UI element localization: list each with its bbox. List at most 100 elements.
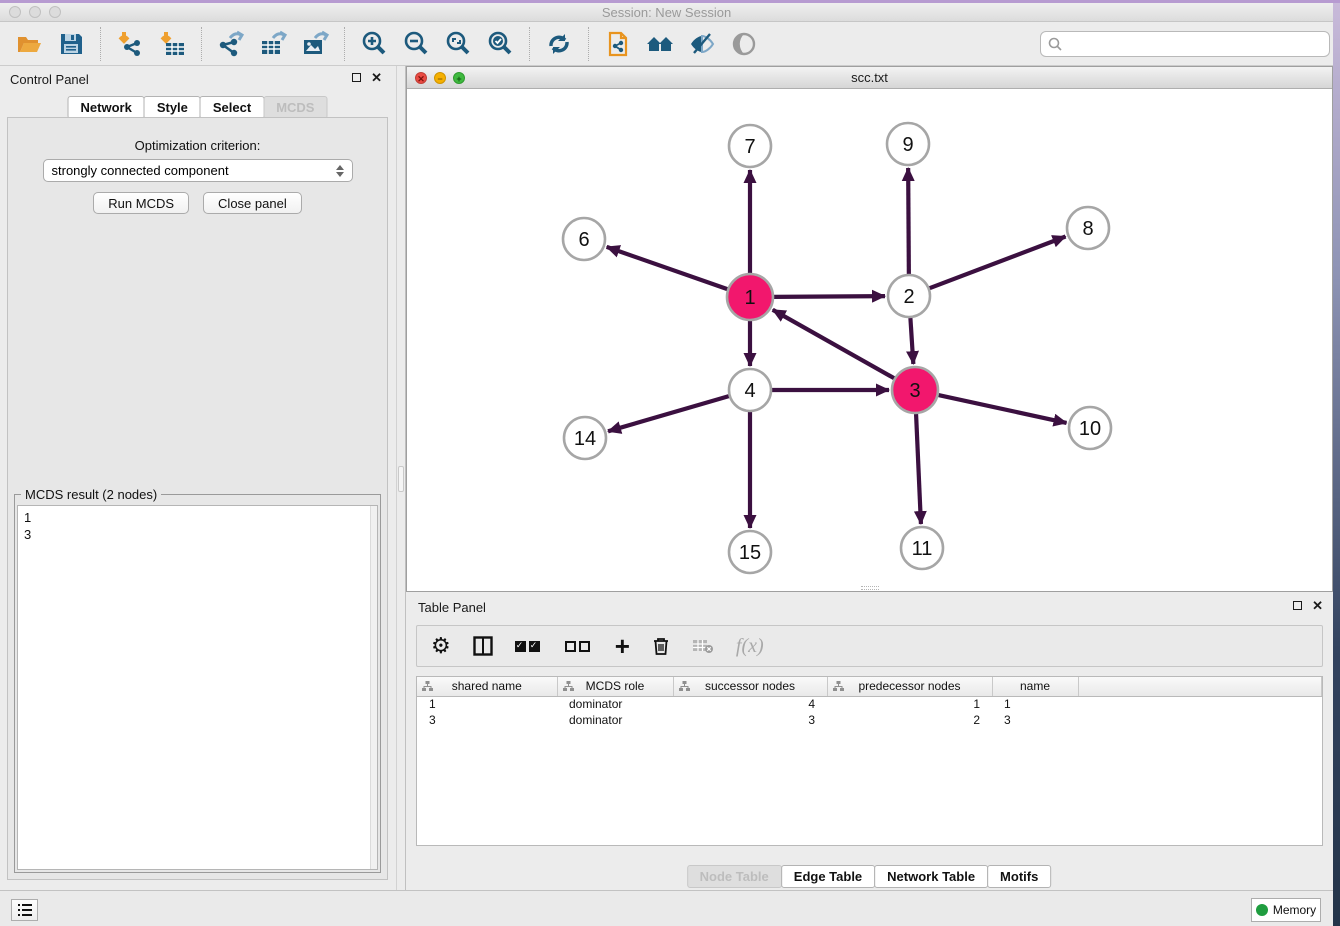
float-panel-icon[interactable] bbox=[352, 73, 361, 82]
open-session-icon[interactable] bbox=[13, 28, 45, 60]
graph-node-label: 10 bbox=[1079, 418, 1101, 440]
task-history-button[interactable] bbox=[11, 899, 38, 921]
tab-node-table[interactable]: Node Table bbox=[687, 865, 782, 888]
mcds-result-values: 1 3 bbox=[18, 506, 377, 546]
edge-2-to-3[interactable] bbox=[910, 318, 913, 364]
close-network-button[interactable]: ✕ bbox=[415, 72, 427, 84]
run-mcds-button[interactable]: Run MCDS bbox=[93, 192, 189, 214]
table-cell[interactable]: dominator bbox=[557, 712, 673, 728]
delete-table-icon[interactable] bbox=[692, 633, 714, 659]
delete-column-icon[interactable] bbox=[652, 633, 670, 659]
graph-node-label: 6 bbox=[578, 229, 589, 251]
column-header-shared-name[interactable]: shared name bbox=[417, 677, 557, 696]
search-icon bbox=[1047, 36, 1063, 52]
toolbar-separator bbox=[344, 27, 345, 61]
table-cell[interactable]: 3 bbox=[992, 712, 1078, 728]
column-header-predecessor-nodes[interactable]: predecessor nodes bbox=[827, 677, 992, 696]
apply-layout-icon[interactable] bbox=[543, 28, 575, 60]
show-columns-icon[interactable] bbox=[515, 633, 543, 659]
minimize-network-button[interactable]: − bbox=[434, 72, 446, 84]
edge-3-to-10[interactable] bbox=[938, 395, 1066, 423]
edge-2-to-8[interactable] bbox=[930, 237, 1066, 289]
export-network-icon[interactable] bbox=[215, 28, 247, 60]
table-row[interactable]: 1dominator411 bbox=[417, 696, 1322, 712]
splitter-grip[interactable] bbox=[398, 466, 404, 492]
edge-1-to-2[interactable] bbox=[774, 296, 885, 297]
tab-network[interactable]: Network bbox=[68, 96, 145, 119]
optimization-criterion-select[interactable]: strongly connected component bbox=[43, 159, 353, 182]
tab-network-table[interactable]: Network Table bbox=[874, 865, 988, 888]
table-cell[interactable]: 3 bbox=[417, 712, 557, 728]
toolbar-search bbox=[1040, 31, 1330, 57]
optimization-criterion-label: Optimization criterion: bbox=[8, 138, 387, 153]
tab-motifs[interactable]: Motifs bbox=[987, 865, 1051, 888]
network-resize-grip[interactable] bbox=[861, 586, 879, 590]
settings-gear-icon[interactable]: ⚙ bbox=[431, 633, 451, 659]
zoom-out-icon[interactable] bbox=[400, 28, 432, 60]
result-scrollbar[interactable] bbox=[370, 506, 377, 869]
tab-select[interactable]: Select bbox=[200, 96, 264, 119]
float-panel-icon[interactable] bbox=[1293, 601, 1302, 610]
save-session-icon[interactable] bbox=[55, 28, 87, 60]
maximize-window-button[interactable] bbox=[49, 6, 61, 18]
toolbar-separator bbox=[588, 27, 589, 61]
edge-1-to-6[interactable] bbox=[607, 247, 728, 289]
network-view-window: ✕ − + scc.txt 1234678910111415 bbox=[406, 66, 1333, 592]
close-panel-icon[interactable]: ✕ bbox=[1312, 601, 1323, 610]
network-canvas[interactable]: 1234678910111415 bbox=[407, 89, 1332, 591]
mcds-result-list[interactable]: 1 3 bbox=[17, 505, 378, 870]
zoom-selected-icon[interactable] bbox=[484, 28, 516, 60]
export-image-icon[interactable] bbox=[299, 28, 331, 60]
node-table-header: shared nameMCDS rolesuccessor nodesprede… bbox=[417, 677, 1322, 696]
column-header-successor-nodes[interactable]: successor nodes bbox=[673, 677, 827, 696]
graph-node-label: 9 bbox=[902, 134, 913, 156]
graph-node-label: 1 bbox=[744, 287, 755, 309]
home-icon[interactable] bbox=[644, 28, 676, 60]
duplicate-network-icon[interactable] bbox=[602, 28, 634, 60]
toolbar-separator bbox=[201, 27, 202, 61]
mcds-result-group: MCDS result (2 nodes) 1 3 bbox=[14, 494, 381, 873]
table-cell[interactable]: dominator bbox=[557, 696, 673, 712]
graph-node-label: 14 bbox=[574, 428, 596, 450]
table-row[interactable]: 3dominator323 bbox=[417, 712, 1322, 728]
function-builder-icon[interactable]: f(x) bbox=[736, 633, 764, 659]
toggle-panel-columns-icon[interactable] bbox=[473, 633, 493, 659]
edge-4-to-14[interactable] bbox=[608, 396, 729, 431]
table-cell[interactable]: 1 bbox=[827, 696, 992, 712]
panel-splitter[interactable] bbox=[396, 66, 406, 890]
add-column-icon[interactable]: + bbox=[615, 633, 630, 659]
import-network-icon[interactable] bbox=[114, 28, 146, 60]
minimize-window-button[interactable] bbox=[29, 6, 41, 18]
table-cell[interactable]: 1 bbox=[992, 696, 1078, 712]
column-header-mcds-role[interactable]: MCDS role bbox=[557, 677, 673, 696]
maximize-network-button[interactable]: + bbox=[453, 72, 465, 84]
hide-columns-icon[interactable] bbox=[565, 633, 593, 659]
table-cell[interactable]: 4 bbox=[673, 696, 827, 712]
export-table-icon[interactable] bbox=[257, 28, 289, 60]
tab-mcds[interactable]: MCDS bbox=[263, 96, 327, 119]
node-table: shared nameMCDS rolesuccessor nodesprede… bbox=[416, 676, 1323, 846]
zoom-in-icon[interactable] bbox=[358, 28, 390, 60]
tab-style[interactable]: Style bbox=[144, 96, 201, 119]
level-of-detail-icon[interactable] bbox=[728, 28, 760, 60]
table-cell[interactable]: 1 bbox=[417, 696, 557, 712]
memory-button[interactable]: Memory bbox=[1251, 898, 1321, 922]
column-header-name[interactable]: name bbox=[992, 677, 1078, 696]
close-panel-icon[interactable]: ✕ bbox=[371, 73, 382, 82]
close-panel-button[interactable]: Close panel bbox=[203, 192, 302, 214]
edge-2-to-9[interactable] bbox=[908, 168, 909, 274]
table-cell[interactable]: 2 bbox=[827, 712, 992, 728]
control-panel-window-buttons: ✕ bbox=[352, 73, 382, 82]
hide-graphics-details-icon[interactable] bbox=[686, 28, 718, 60]
edge-3-to-1[interactable] bbox=[773, 310, 894, 378]
memory-label: Memory bbox=[1273, 903, 1316, 917]
close-window-button[interactable] bbox=[9, 6, 21, 18]
zoom-fit-icon[interactable] bbox=[442, 28, 474, 60]
import-table-icon[interactable] bbox=[156, 28, 188, 60]
table-cell[interactable]: 3 bbox=[673, 712, 827, 728]
tab-edge-table[interactable]: Edge Table bbox=[781, 865, 875, 888]
graph-node-label: 7 bbox=[744, 136, 755, 158]
network-window-titlebar[interactable]: ✕ − + scc.txt bbox=[407, 67, 1332, 89]
search-input[interactable] bbox=[1063, 34, 1329, 54]
edge-3-to-11[interactable] bbox=[916, 414, 921, 524]
